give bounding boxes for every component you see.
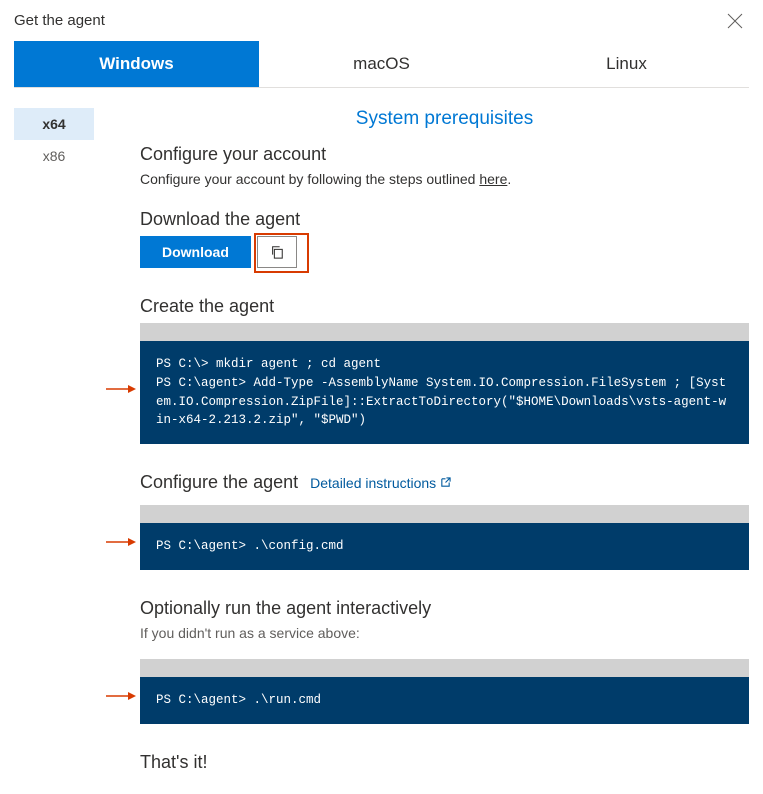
run-agent-code[interactable]: PS C:\agent> .\run.cmd (140, 677, 749, 724)
copy-button[interactable] (257, 236, 297, 268)
here-link[interactable]: here (479, 171, 507, 187)
download-button[interactable]: Download (140, 236, 251, 268)
configure-agent-code[interactable]: PS C:\agent> .\config.cmd (140, 523, 749, 570)
section-configure-account-title: Configure your account (140, 144, 749, 165)
external-link-icon (440, 477, 451, 488)
arch-sidebar: x64 x86 (14, 108, 94, 779)
tab-linux[interactable]: Linux (504, 41, 749, 87)
annotation-arrow-icon (106, 537, 136, 547)
annotation-arrow-icon (106, 384, 136, 394)
code-header (140, 505, 749, 523)
os-tabs: Windows macOS Linux (14, 41, 749, 88)
copy-icon (270, 245, 284, 259)
create-agent-code[interactable]: PS C:\> mkdir agent ; cd agent PS C:\age… (140, 341, 749, 444)
run-subtext: If you didn't run as a service above: (140, 625, 749, 641)
arch-item-x86[interactable]: x86 (14, 140, 94, 172)
detailed-instructions-link[interactable]: Detailed instructions (310, 475, 451, 491)
dialog-title: Get the agent (14, 12, 105, 29)
system-prerequisites-link[interactable]: System prerequisites (140, 108, 749, 130)
code-header (140, 659, 749, 677)
close-icon[interactable] (727, 13, 743, 29)
configure-account-text: Configure your account by following the … (140, 171, 749, 187)
section-download-title: Download the agent (140, 209, 749, 230)
code-header (140, 323, 749, 341)
section-run-title: Optionally run the agent interactively (140, 598, 749, 619)
arch-item-x64[interactable]: x64 (14, 108, 94, 140)
section-create-title: Create the agent (140, 296, 749, 317)
annotation-arrow-icon (106, 691, 136, 701)
section-configure-agent-title: Configure the agent (140, 472, 298, 493)
section-done-title: That's it! (140, 752, 749, 773)
tab-windows[interactable]: Windows (14, 41, 259, 87)
tab-macos[interactable]: macOS (259, 41, 504, 87)
